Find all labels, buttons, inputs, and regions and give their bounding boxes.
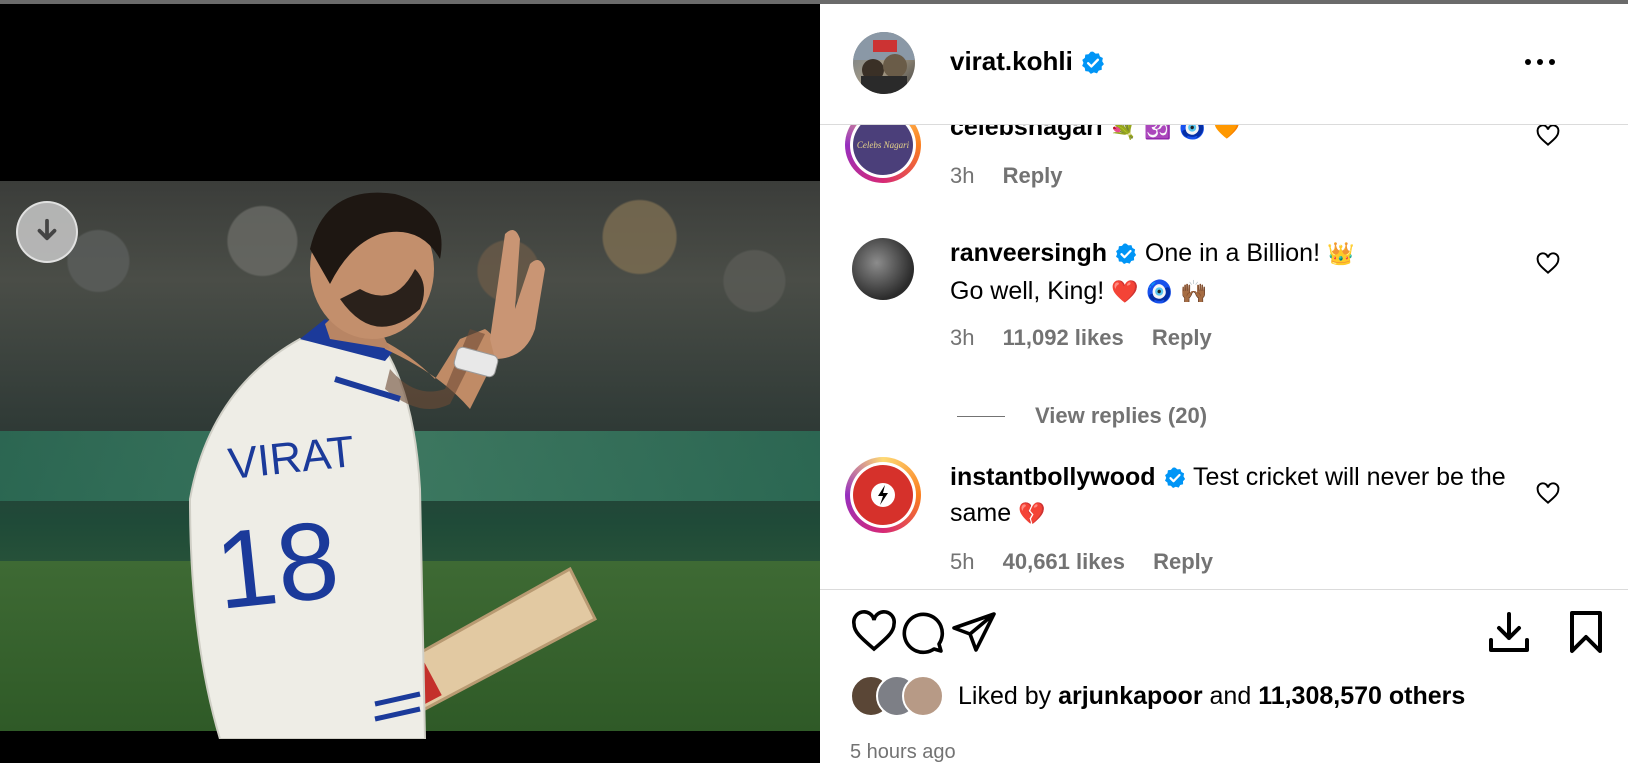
comment-heart-icon[interactable] [1535, 125, 1561, 149]
view-replies-button[interactable]: View replies (20) [957, 403, 1207, 429]
heart-icon[interactable] [850, 608, 898, 656]
media-download-button[interactable] [16, 201, 78, 263]
comment-time: 3h [950, 163, 975, 188]
comment-meta: 3h Reply [950, 163, 1085, 189]
comment-icon[interactable] [898, 608, 946, 656]
verified-icon [1082, 51, 1105, 74]
verified-icon [1164, 467, 1185, 489]
comment-text-line2: Go well, King! [950, 277, 1105, 305]
more-options-icon[interactable] [1520, 52, 1560, 72]
verified-icon [1115, 243, 1137, 265]
download-icon[interactable] [1485, 608, 1533, 656]
comments-list[interactable]: Celebs Nagari celebsnagari 💐 🕉️ 🧿 🧡 3h R… [820, 125, 1628, 589]
post-details-panel: virat.kohli Celebs Nagari celebsnagari 💐… [820, 4, 1628, 763]
comment-likes[interactable]: 40,661 likes [1003, 549, 1125, 574]
author-username[interactable]: virat.kohli [950, 46, 1106, 77]
post-header: virat.kohli [820, 4, 1628, 125]
commenter-avatar[interactable]: Celebs Nagari [845, 125, 921, 183]
download-arrow-icon [37, 218, 57, 241]
comment-emojis: 💔 [1018, 502, 1046, 527]
comment-time: 3h [950, 325, 975, 350]
avatar-brand-text: Celebs Nagari [856, 140, 910, 150]
author-avatar[interactable] [853, 32, 915, 94]
comment-body: ranveersingh One in a Billion! 👑 Go well… [950, 235, 1540, 311]
comment-meta: 5h 40,661 likes Reply [950, 549, 1235, 575]
comment-body: instantbollywood Test cricket will never… [950, 459, 1540, 533]
comment-heart-icon[interactable] [1535, 251, 1561, 277]
comment-emojis: ❤️ 🧿 🙌🏾 [1111, 280, 1208, 305]
comment-reply-button[interactable]: Reply [1153, 549, 1213, 574]
liked-by-summary: Liked by arjunkapoor and 11,308,570 othe… [850, 674, 1465, 718]
comment-time: 5h [950, 549, 975, 574]
comment-reply-button[interactable]: Reply [1003, 163, 1063, 188]
avatar-image [853, 32, 915, 94]
commenter-avatar[interactable] [852, 238, 914, 300]
liked-by-others[interactable]: 11,308,570 others [1258, 682, 1465, 711]
bookmark-icon[interactable] [1562, 608, 1610, 656]
brand-logo-icon [871, 483, 895, 507]
comment-username[interactable]: celebsnagari [950, 125, 1103, 141]
view-replies-label[interactable]: View replies (20) [1035, 403, 1207, 429]
commenter-avatar[interactable] [845, 457, 921, 533]
post-media[interactable]: VIRAT 18 [0, 4, 820, 763]
comment-heart-icon[interactable] [1535, 481, 1561, 507]
share-icon[interactable] [950, 608, 998, 656]
cricketer-illustration: VIRAT 18 [188, 192, 597, 739]
liker-avatar [902, 675, 944, 717]
comment-emoji: 👑 [1326, 242, 1355, 267]
post-timestamp[interactable]: 5 hours ago [850, 741, 956, 763]
jersey-number: 18 [210, 498, 345, 633]
comment-text: One in a Billion! [1144, 239, 1321, 267]
author-username-text[interactable]: virat.kohli [950, 46, 1073, 76]
replies-divider [957, 415, 1005, 417]
comment-username[interactable]: instantbollywood [950, 463, 1156, 491]
liker-avatars[interactable] [850, 675, 950, 717]
liked-by-conjunction: and [1209, 681, 1252, 710]
comment-body: celebsnagari 💐 🕉️ 🧿 🧡 [950, 125, 1540, 147]
liked-by-user[interactable]: arjunkapoor [1058, 682, 1202, 711]
comment-meta: 3h 11,092 likes Reply [950, 325, 1234, 351]
comment-emojis: 💐 🕉️ 🧿 🧡 [1109, 125, 1241, 141]
comment-reply-button[interactable]: Reply [1152, 325, 1212, 350]
comment-likes[interactable]: 11,092 likes [1003, 325, 1124, 350]
post-actions-bar [820, 589, 1628, 661]
liked-by-prefix: Liked by [958, 681, 1052, 710]
comment-username[interactable]: ranveersingh [950, 239, 1107, 267]
